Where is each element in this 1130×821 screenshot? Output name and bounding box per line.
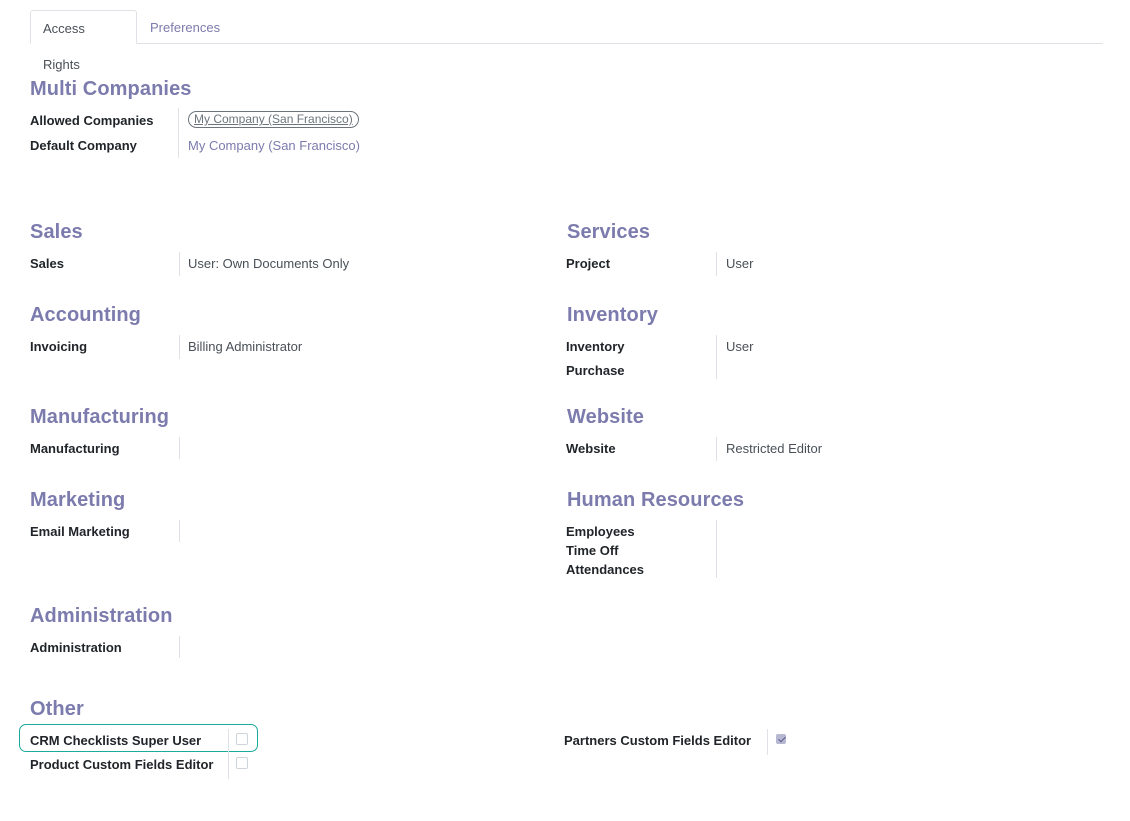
section-title-administration: Administration <box>30 605 173 627</box>
inventory-value[interactable]: User <box>726 339 753 354</box>
administration-select[interactable] <box>179 636 180 658</box>
sales-label: Sales <box>30 256 64 271</box>
section-title-human-resources: Human Resources <box>567 489 745 511</box>
email-marketing-select[interactable] <box>179 520 180 542</box>
manufacturing-label: Manufacturing <box>30 441 120 456</box>
section-title-manufacturing: Manufacturing <box>30 406 170 428</box>
hr-select-divider[interactable] <box>716 520 717 578</box>
field-divider <box>716 437 717 461</box>
product-custom-fields-editor-label: Product Custom Fields Editor <box>30 757 214 772</box>
sales-value[interactable]: User: Own Documents Only <box>188 256 349 271</box>
invoicing-label: Invoicing <box>30 339 88 354</box>
partners-custom-fields-editor-checkbox[interactable] <box>776 734 786 744</box>
website-label: Website <box>566 441 616 456</box>
section-title-inventory: Inventory <box>567 304 658 326</box>
manufacturing-select[interactable] <box>179 437 180 459</box>
attendances-label: Attendances <box>566 562 645 577</box>
section-title-accounting: Accounting <box>30 304 141 326</box>
default-company-link[interactable]: My Company (San Francisco) <box>188 138 360 153</box>
time-off-label: Time Off <box>566 543 619 558</box>
tab-access-rights[interactable]: Access Rights <box>30 10 137 72</box>
section-title-other: Other <box>30 698 84 720</box>
employees-label: Employees <box>566 524 635 539</box>
project-value[interactable]: User <box>726 256 753 271</box>
section-title-website: Website <box>567 406 645 428</box>
field-divider <box>178 108 179 158</box>
field-divider <box>716 335 717 379</box>
allowed-companies-label: Allowed Companies <box>30 113 154 128</box>
section-title-services: Services <box>567 221 651 243</box>
invoicing-value[interactable]: Billing Administrator <box>188 339 302 354</box>
allowed-company-tag[interactable]: My Company (San Francisco) <box>188 111 359 128</box>
email-marketing-label: Email Marketing <box>30 524 130 539</box>
field-divider <box>228 729 229 779</box>
field-divider <box>716 252 717 276</box>
project-label: Project <box>566 256 611 271</box>
website-value[interactable]: Restricted Editor <box>726 441 822 456</box>
partners-custom-fields-editor-label: Partners Custom Fields Editor <box>564 733 752 748</box>
default-company-label: Default Company <box>30 138 137 153</box>
section-title-multi-companies: Multi Companies <box>30 78 192 100</box>
tab-preferences[interactable]: Preferences <box>138 10 232 44</box>
section-title-marketing: Marketing <box>30 489 126 511</box>
field-divider <box>179 252 180 276</box>
field-divider <box>767 729 768 755</box>
crm-checklists-super-user-checkbox[interactable] <box>236 733 248 745</box>
purchase-label: Purchase <box>566 363 625 378</box>
inventory-label: Inventory <box>566 339 625 354</box>
section-title-sales: Sales <box>30 221 83 243</box>
crm-checklists-super-user-label: CRM Checklists Super User <box>30 733 202 748</box>
field-divider <box>179 335 180 359</box>
product-custom-fields-editor-checkbox[interactable] <box>236 757 248 769</box>
administration-label: Administration <box>30 640 122 655</box>
